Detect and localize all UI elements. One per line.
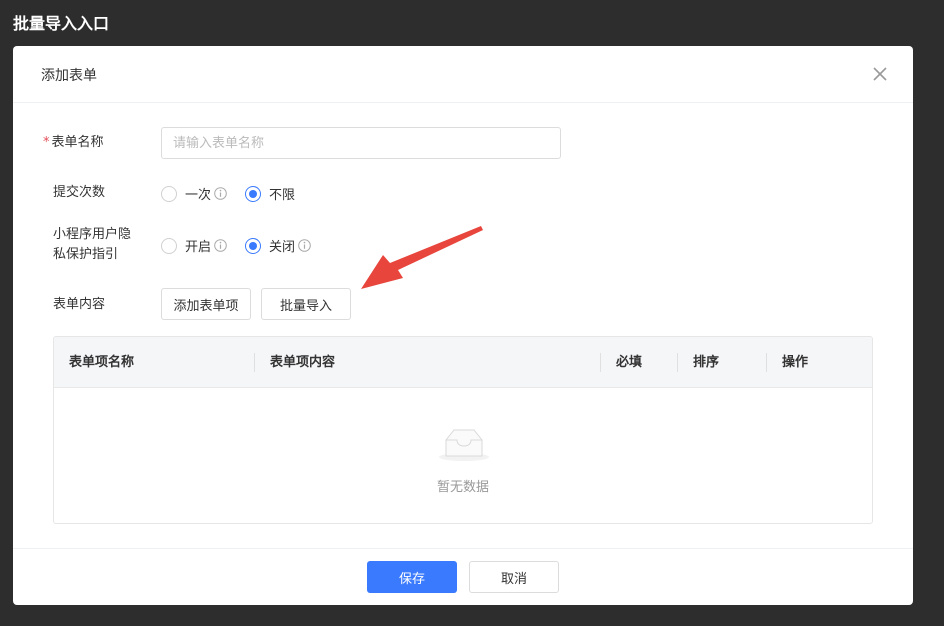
required-mark: * — [43, 135, 50, 150]
table-empty-state: 暂无数据 — [54, 388, 872, 523]
info-icon[interactable] — [214, 187, 227, 200]
form-name-input[interactable] — [161, 127, 561, 159]
page-title: 批量导入入口 — [13, 14, 110, 33]
dialog-title: 添加表单 — [41, 68, 97, 84]
form-items-table: 表单项名称 表单项内容 必填 排序 操作 暂无数据 — [53, 336, 873, 524]
column-header-sort: 排序 — [693, 355, 720, 370]
column-divider — [254, 353, 255, 372]
form-name-label: * 表单名称 — [43, 134, 143, 152]
close-button[interactable] — [869, 63, 891, 85]
table-header: 表单项名称 表单项内容 必填 排序 操作 — [54, 337, 872, 388]
batch-import-button[interactable]: 批量导入 — [261, 288, 351, 320]
privacy-on-label: 开启 — [185, 240, 212, 255]
column-header-required: 必填 — [616, 355, 643, 370]
close-icon — [873, 67, 887, 81]
empty-box-icon — [439, 429, 489, 461]
column-header-item-content: 表单项内容 — [270, 355, 336, 370]
column-divider — [677, 353, 678, 372]
form-name-row: * 表单名称 — [13, 127, 913, 159]
dialog-header: 添加表单 — [13, 46, 913, 103]
radio-unlimited[interactable] — [245, 185, 262, 202]
radio-off[interactable] — [245, 237, 262, 254]
radio-once[interactable] — [161, 185, 177, 202]
submit-count-unlimited-label: 不限 — [269, 188, 296, 203]
add-form-dialog: 添加表单 *表单名称 提交次数 一次 — [13, 46, 913, 605]
privacy-off-option[interactable]: 关闭 — [245, 236, 311, 255]
submit-count-once-option[interactable]: 一次 — [161, 184, 227, 203]
submit-count-once-label: 一次 — [185, 188, 212, 203]
submit-count-unlimited-option[interactable]: 不限 — [245, 184, 295, 203]
red-arrow-annotation — [361, 226, 483, 289]
form-name-label-text: 表单名称 — [51, 135, 104, 150]
dialog-footer: 保存 取消 — [13, 548, 913, 605]
submit-count-radio-group: 一次 不限 — [161, 184, 315, 203]
radio-on[interactable] — [161, 237, 177, 254]
privacy-on-option[interactable]: 开启 — [161, 236, 227, 255]
privacy-label-line2: 私保护指引 — [53, 247, 119, 262]
column-divider — [600, 353, 601, 372]
submit-count-row: 提交次数 一次 不限 — [13, 183, 913, 203]
save-button[interactable]: 保存 — [367, 561, 457, 593]
privacy-label-line1: 小程序用户隐 — [53, 227, 132, 242]
privacy-label: 小程序用户隐 私保护指引 — [53, 226, 153, 264]
column-divider — [766, 353, 767, 372]
cancel-button[interactable]: 取消 — [469, 561, 559, 593]
privacy-off-label: 关闭 — [269, 240, 296, 255]
info-icon[interactable] — [298, 239, 311, 252]
column-header-item-name: 表单项名称 — [69, 355, 135, 370]
add-form-item-button[interactable]: 添加表单项 — [161, 288, 251, 320]
privacy-radio-group: 开启 关闭 — [161, 236, 331, 255]
form-content-label: 表单内容 — [53, 297, 106, 312]
empty-text: 暂无数据 — [436, 480, 489, 495]
submit-count-label: 提交次数 — [53, 185, 106, 200]
info-icon[interactable] — [214, 239, 227, 252]
column-header-actions: 操作 — [782, 355, 809, 370]
